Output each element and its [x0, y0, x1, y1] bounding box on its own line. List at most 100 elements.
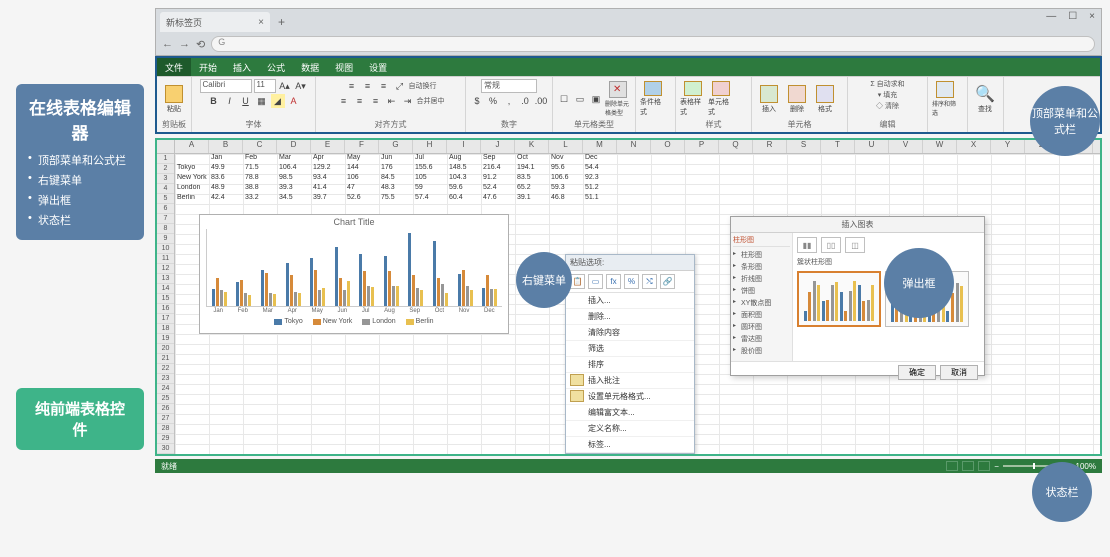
cell[interactable]: 129.2 — [311, 164, 345, 174]
cell[interactable]: 98.5 — [277, 174, 311, 184]
underline-button[interactable]: U — [239, 94, 253, 108]
paste-button[interactable]: 粘贴 — [161, 81, 187, 117]
row-header[interactable]: 20 — [157, 344, 174, 354]
delete-cell-button[interactable]: 删除 — [784, 81, 810, 117]
row-header[interactable]: 5 — [157, 194, 174, 204]
column-header[interactable]: W — [923, 140, 957, 153]
chart-type-stacked-icon[interactable]: ▯▯ — [821, 237, 841, 253]
cell[interactable]: 41.4 — [311, 184, 345, 194]
chart-type-column-icon[interactable]: ▮▮ — [797, 237, 817, 253]
ok-button[interactable]: 确定 — [898, 365, 936, 380]
cell[interactable]: Feb — [243, 154, 277, 164]
row-header[interactable]: 4 — [157, 184, 174, 194]
cell[interactable]: 39.7 — [311, 194, 345, 204]
row-header[interactable]: 31 — [157, 454, 174, 456]
cell[interactable]: 39.1 — [515, 194, 549, 204]
dialog-sidebar-item[interactable]: 雷达图 — [733, 333, 790, 345]
view-layout-icon[interactable] — [962, 461, 974, 471]
cell[interactable]: Oct — [515, 154, 549, 164]
cell[interactable]: 59.3 — [549, 184, 583, 194]
row-header[interactable]: 23 — [157, 374, 174, 384]
row-header[interactable]: 3 — [157, 174, 174, 184]
row-header[interactable]: 6 — [157, 204, 174, 214]
cell[interactable]: 78.8 — [243, 174, 277, 184]
cell[interactable]: 57.4 — [413, 194, 447, 204]
column-header[interactable]: Y — [991, 140, 1025, 153]
dialog-sidebar-item[interactable]: 股价图 — [733, 345, 790, 357]
fill-color-button[interactable]: ◢ — [271, 94, 285, 108]
column-header[interactable]: O — [651, 140, 685, 153]
cell[interactable]: Aug — [447, 154, 481, 164]
ribbon-tab-设置[interactable]: 设置 — [361, 58, 395, 76]
cell[interactable]: 48.3 — [379, 184, 413, 194]
context-menu-item[interactable]: 插入... — [566, 293, 694, 309]
table-style-button[interactable]: 表格样式 — [680, 81, 706, 117]
chart-type-3d-icon[interactable]: ◫ — [845, 237, 865, 253]
merge-center-button[interactable]: 合并居中 — [417, 96, 445, 106]
dialog-sidebar-item[interactable]: 饼图 — [733, 285, 790, 297]
column-header[interactable]: E — [311, 140, 345, 153]
legend-item[interactable]: Berlin — [406, 318, 434, 325]
comma-icon[interactable]: , — [502, 94, 516, 108]
align-bottom-icon[interactable]: ≡ — [377, 79, 391, 93]
cell-grid[interactable]: Chart Title JanFebMarAprMayJunJulAugSepO… — [175, 154, 1100, 454]
context-menu-item[interactable]: 设置单元格格式... — [566, 389, 694, 405]
column-header[interactable]: F — [345, 140, 379, 153]
row-header[interactable]: 14 — [157, 284, 174, 294]
cell[interactable]: 47 — [345, 184, 379, 194]
row-header[interactable]: 17 — [157, 314, 174, 324]
row-header[interactable]: 29 — [157, 434, 174, 444]
sort-filter-button[interactable]: 排序和筛选 — [932, 81, 958, 117]
cell[interactable]: Jul — [413, 154, 447, 164]
row-header[interactable]: 25 — [157, 394, 174, 404]
number-format-select[interactable]: 常规 — [481, 79, 537, 93]
cell[interactable]: 155.6 — [413, 164, 447, 174]
context-menu-item[interactable]: 编辑富文本... — [566, 405, 694, 421]
increase-font-icon[interactable]: A▴ — [278, 79, 292, 93]
row-header[interactable]: 1 — [157, 154, 174, 164]
celltype-icon[interactable]: ▭ — [573, 92, 587, 106]
row-header[interactable]: 2 — [157, 164, 174, 174]
row-header[interactable]: 7 — [157, 214, 174, 224]
decrease-font-icon[interactable]: A▾ — [294, 79, 308, 93]
spreadsheet[interactable]: ABCDEFGHIJKLMNOPQRSTUVWXYZAA 12345678910… — [155, 138, 1102, 456]
cell[interactable]: 38.8 — [243, 184, 277, 194]
column-header[interactable]: I — [447, 140, 481, 153]
cell[interactable]: 92.3 — [583, 174, 617, 184]
paste-link-icon[interactable]: 🔗 — [660, 274, 675, 289]
font-color-button[interactable]: A — [287, 94, 301, 108]
font-family-select[interactable]: Calibri — [200, 79, 252, 93]
wrap-text-button[interactable]: 自动换行 — [409, 81, 437, 91]
context-menu-item[interactable]: 筛选 — [566, 341, 694, 357]
row-header[interactable]: 8 — [157, 224, 174, 234]
cell[interactable]: 49.9 — [209, 164, 243, 174]
column-header[interactable]: B — [209, 140, 243, 153]
align-left-icon[interactable]: ≡ — [337, 94, 351, 108]
cell[interactable]: 59.6 — [447, 184, 481, 194]
paste-formula-icon[interactable]: fx — [606, 274, 621, 289]
column-header[interactable]: H — [413, 140, 447, 153]
cell[interactable]: May — [345, 154, 379, 164]
row-header[interactable]: 19 — [157, 334, 174, 344]
row-header[interactable]: 28 — [157, 424, 174, 434]
cell[interactable]: 93.4 — [311, 174, 345, 184]
format-cell-button[interactable]: 格式 — [812, 81, 838, 117]
cell[interactable]: 59 — [413, 184, 447, 194]
border-button[interactable]: ▦ — [255, 94, 269, 108]
cell[interactable]: 33.2 — [243, 194, 277, 204]
indent-inc-icon[interactable]: ⇥ — [401, 94, 415, 108]
paste-format-icon[interactable]: % — [624, 274, 639, 289]
row-header[interactable]: 16 — [157, 304, 174, 314]
cell[interactable]: 51.2 — [583, 184, 617, 194]
cell[interactable] — [175, 154, 209, 164]
context-menu-item[interactable]: 排序 — [566, 357, 694, 373]
dialog-sidebar-item[interactable]: 面积图 — [733, 309, 790, 321]
cell[interactable]: 104.3 — [447, 174, 481, 184]
celltype-icon[interactable]: ▣ — [589, 92, 603, 106]
cell[interactable]: Sep — [481, 154, 515, 164]
cell[interactable]: 194.1 — [515, 164, 549, 174]
cell[interactable]: 71.5 — [243, 164, 277, 174]
indent-dec-icon[interactable]: ⇤ — [385, 94, 399, 108]
ribbon-tab-文件[interactable]: 文件 — [157, 58, 191, 76]
legend-item[interactable]: New York — [313, 318, 353, 325]
